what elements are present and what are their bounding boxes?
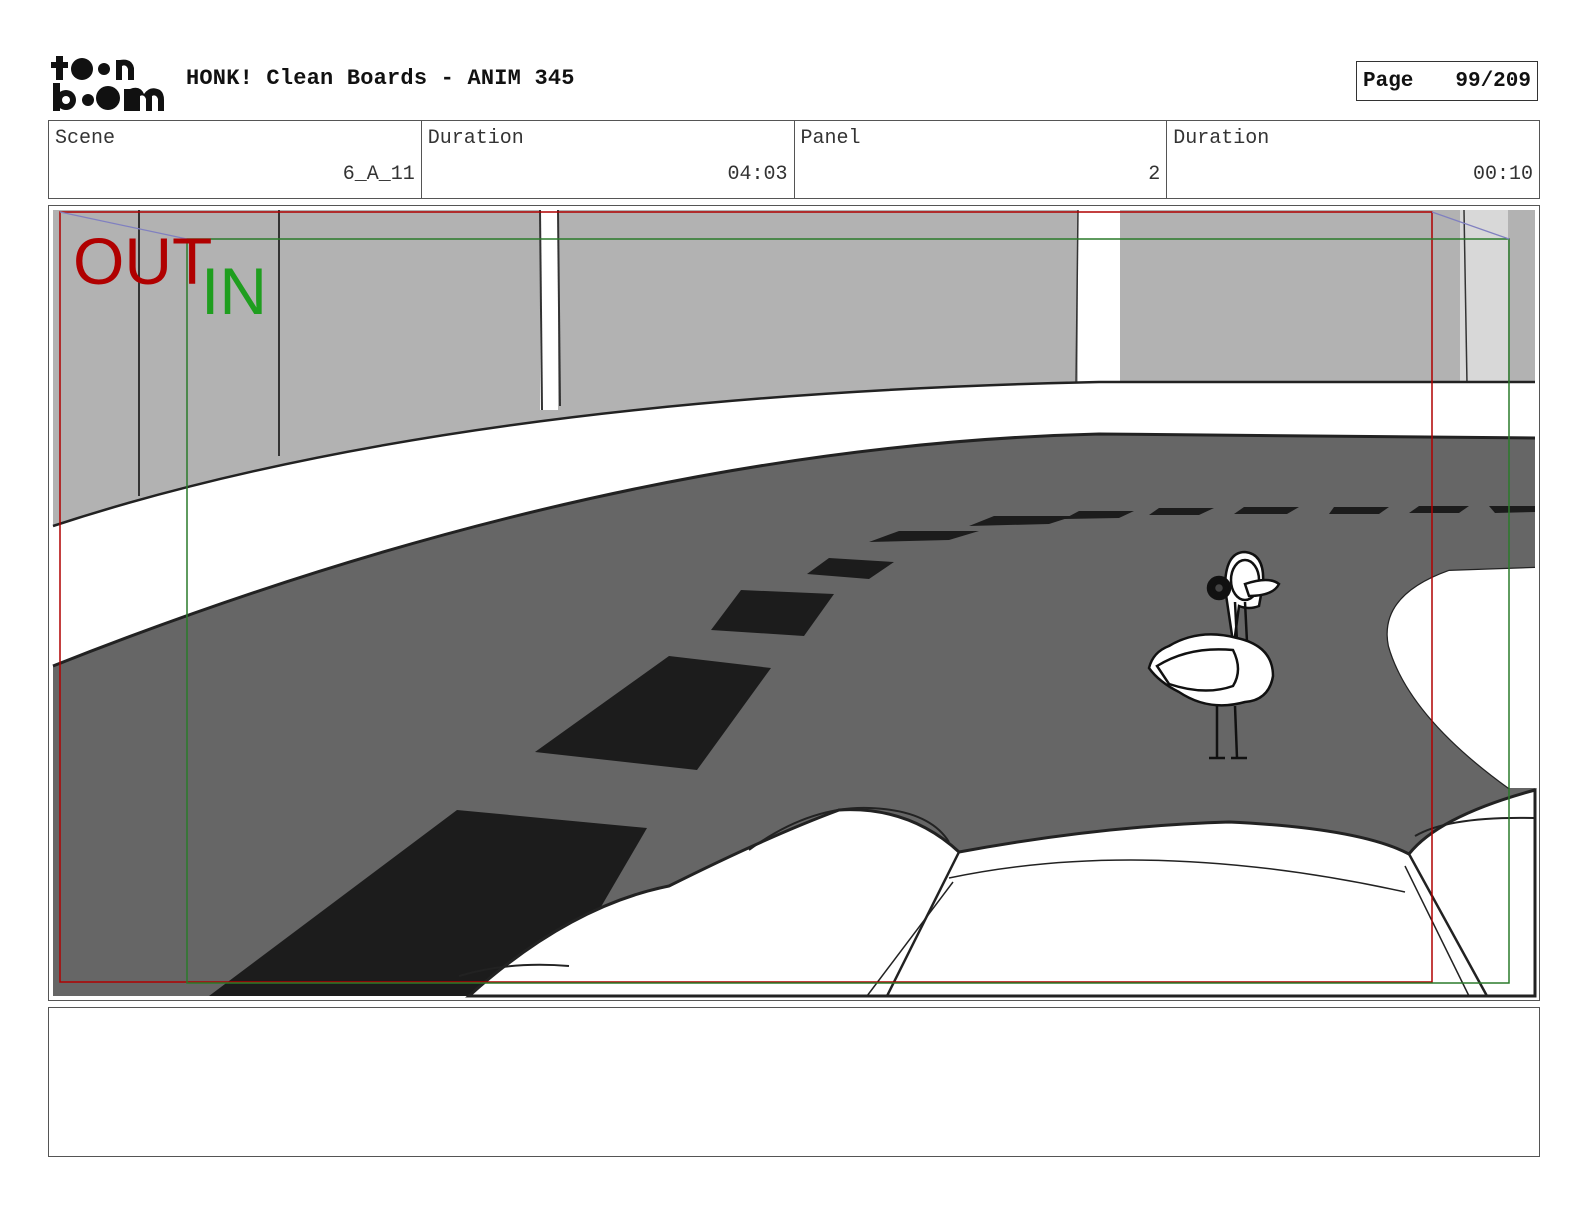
scene-duration-value: 04:03: [727, 163, 788, 186]
page-indicator: Page 99/209: [1356, 61, 1538, 101]
panel-duration-value: 00:10: [1472, 163, 1533, 186]
panel-duration-cell: Duration 00:10: [1167, 121, 1539, 198]
panel-value: 2: [1148, 163, 1161, 186]
scene-label: Scene: [55, 127, 116, 150]
wall-post: [1078, 210, 1120, 386]
panel-duration-label: Duration: [1173, 127, 1270, 150]
scene-value: 6_A_11: [342, 163, 415, 186]
panel-notes-text: [49, 1008, 1539, 1024]
page-label: Page: [1363, 69, 1414, 93]
in-camera-label: IN: [201, 254, 267, 328]
panel-cell: Panel 2: [795, 121, 1168, 198]
scene-duration-label: Duration: [427, 127, 524, 150]
scene-cell: Scene 6_A_11: [49, 121, 422, 198]
toon-boom-logo: [50, 50, 166, 112]
scene-duration-cell: Duration 04:03: [422, 121, 795, 198]
panel-notes-box: [48, 1007, 1540, 1157]
storyboard-panel: OUT IN: [48, 205, 1540, 1001]
page-number: 99/209: [1455, 69, 1531, 93]
out-camera-label: OUT: [73, 224, 213, 298]
document-title: HONK! Clean Boards - ANIM 345: [186, 66, 575, 91]
panel-drawing: [52, 209, 1537, 998]
panel-info-row: Scene 6_A_11 Duration 04:03 Panel 2 Dura…: [48, 120, 1540, 199]
panel-label: Panel: [800, 127, 861, 150]
